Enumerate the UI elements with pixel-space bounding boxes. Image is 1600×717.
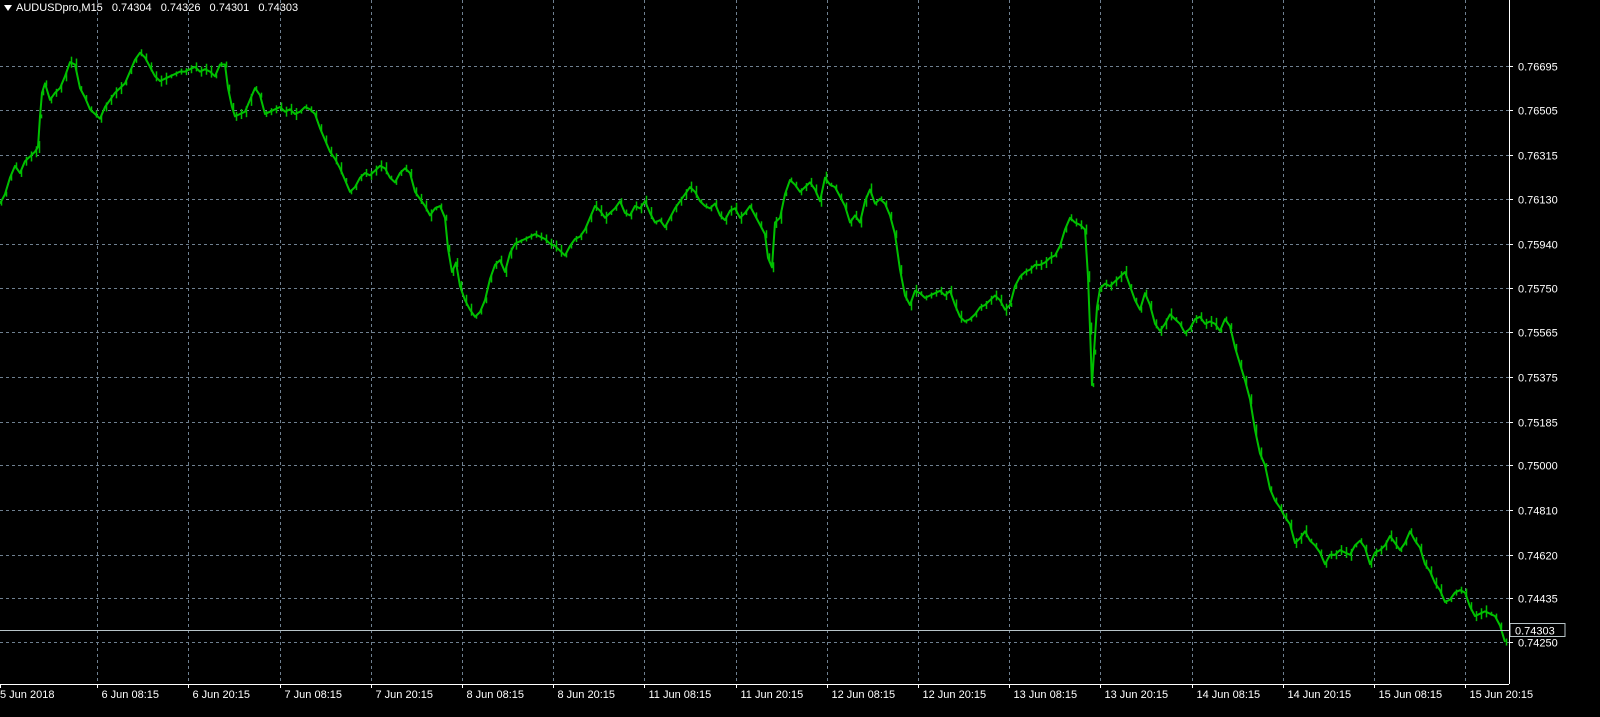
open-value: 0.74304	[111, 2, 152, 14]
y-tick-label: 0.75565	[1518, 328, 1558, 340]
x-tick-label: 15 Jun 08:15	[1379, 689, 1443, 701]
x-tick-label: 8 Jun 20:15	[558, 689, 616, 701]
y-tick-label: 0.75940	[1518, 240, 1558, 252]
price-line	[0, 51, 1506, 643]
x-tick-label: 8 Jun 08:15	[467, 689, 525, 701]
y-tick-label: 0.74620	[1518, 551, 1558, 563]
y-tick-label: 0.75750	[1518, 284, 1558, 296]
x-tick-label: 12 Jun 20:15	[923, 689, 987, 701]
x-tick-label: 13 Jun 08:15	[1014, 689, 1078, 701]
bid-price-label: 0.74303	[1515, 626, 1555, 638]
close-value: 0.74303	[258, 2, 299, 14]
x-tick-label: 15 Jun 20:15	[1470, 689, 1534, 701]
bid-price-line: 0.74303	[0, 623, 1566, 638]
y-tick-label: 0.74435	[1518, 594, 1558, 606]
chart-grid	[0, 0, 1509, 684]
x-tick-label: 7 Jun 20:15	[376, 689, 434, 701]
x-tick-label: 7 Jun 08:15	[285, 689, 343, 701]
low-value: 0.74301	[209, 2, 250, 14]
y-tick-label: 0.74810	[1518, 506, 1558, 518]
x-tick-label: 6 Jun 20:15	[193, 689, 251, 701]
chart-header: AUDUSDpro,M15 0.74304 0.74326 0.74301 0.…	[4, 2, 304, 14]
price-series	[0, 49, 1508, 646]
y-tick-label: 0.76315	[1518, 151, 1558, 163]
y-tick-label: 0.76695	[1518, 62, 1558, 74]
x-tick-label: 11 Jun 20:15	[741, 689, 804, 701]
x-tick-label: 14 Jun 08:15	[1197, 689, 1261, 701]
y-tick-label: 0.75000	[1518, 461, 1558, 473]
price-chart[interactable]: 0.74303 0.76695 0.76505 0.76315 0.76130 0.75…	[0, 0, 1600, 717]
y-tick-label: 0.76130	[1518, 195, 1558, 207]
high-value: 0.74326	[160, 2, 201, 14]
x-tick-label: 13 Jun 20:15	[1105, 689, 1169, 701]
x-tick-label: 11 Jun 08:15	[649, 689, 712, 701]
x-tick-label: 6 Jun 08:15	[102, 689, 160, 701]
y-tick-label: 0.75185	[1518, 418, 1558, 430]
x-tick-label: 5 Jun 2018	[0, 689, 54, 701]
symbol-label: AUDUSDpro,M15	[16, 2, 103, 14]
collapse-triangle-icon[interactable]	[4, 5, 12, 12]
y-tick-label: 0.74250	[1518, 638, 1558, 650]
y-tick-label: 0.76505	[1518, 106, 1558, 118]
x-tick-label: 12 Jun 08:15	[832, 689, 896, 701]
x-tick-label: 14 Jun 20:15	[1288, 689, 1352, 701]
y-tick-label: 0.75375	[1518, 373, 1558, 385]
